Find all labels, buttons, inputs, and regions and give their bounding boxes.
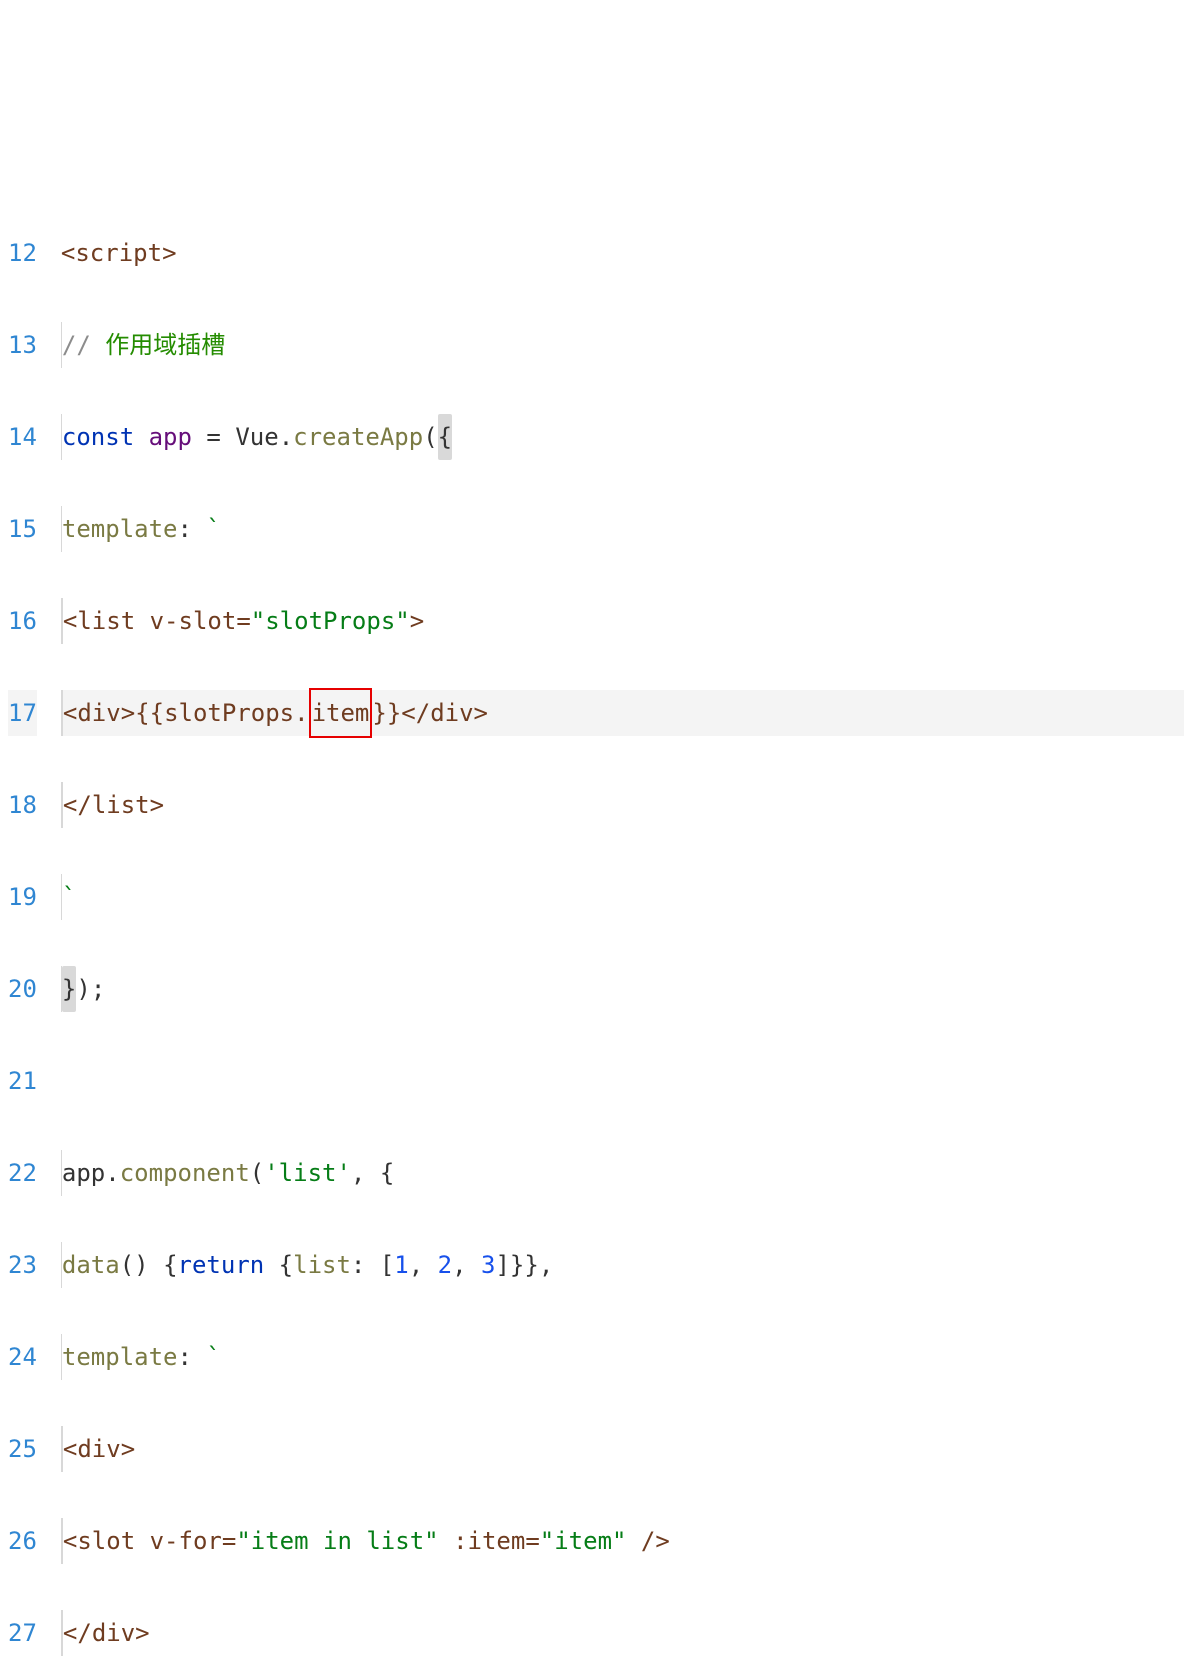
code-line: }); [61, 966, 1184, 1012]
code-line: <list v-slot="slotProps"> [61, 598, 1184, 644]
code-line [61, 1058, 1184, 1104]
var-app: app [149, 414, 192, 460]
tag-slot: slot [77, 1518, 135, 1564]
tag-list: list [77, 598, 135, 644]
comment-text: 作用域插槽 [105, 322, 225, 368]
code-editor[interactable]: 12 13 14 15 16 17 18 19 20 21 22 23 24 2… [0, 184, 1184, 1660]
code-line-active: <div>{{slotProps.item}}</div> [61, 690, 1184, 736]
code-line: </list> [61, 782, 1184, 828]
tag-close: > [162, 230, 176, 276]
tag-open: < [61, 230, 75, 276]
highlighted-text-item: item [309, 688, 373, 738]
code-line: <script> [61, 230, 1184, 276]
prop-list: list [293, 1242, 351, 1288]
line-number: 27 [8, 1610, 37, 1656]
line-number: 17 [8, 690, 37, 736]
code-line: <div> [61, 1426, 1184, 1472]
brace-open: { [438, 414, 452, 460]
line-number: 16 [8, 598, 37, 644]
attr-vfor: v-for [150, 1518, 222, 1564]
line-number-gutter: 12 13 14 15 16 17 18 19 20 21 22 23 24 2… [0, 184, 61, 1660]
line-number: 14 [8, 414, 37, 460]
line-number: 25 [8, 1426, 37, 1472]
line-number: 13 [8, 322, 37, 368]
keyword-return: return [178, 1242, 265, 1288]
attr-item: :item [453, 1518, 525, 1564]
line-number: 22 [8, 1150, 37, 1196]
keyword-const: const [62, 414, 134, 460]
comment: // [62, 322, 105, 368]
ident-vue: Vue [235, 414, 278, 460]
code-line: data() {return {list: [1, 2, 3]}}, [61, 1242, 1184, 1288]
brace-close: } [62, 966, 76, 1012]
code-line: // 作用域插槽 [61, 322, 1184, 368]
line-number: 20 [8, 966, 37, 1012]
line-number: 21 [8, 1058, 37, 1104]
fn-createapp: createApp [293, 414, 423, 460]
code-line: template: ` [61, 1334, 1184, 1380]
code-line: app.component('list', { [61, 1150, 1184, 1196]
code-line: ` [61, 874, 1184, 920]
prop-template: template [62, 1334, 178, 1380]
attr-vslot: v-slot [150, 598, 237, 644]
prop-template: template [62, 506, 178, 552]
code-line: const app = Vue.createApp({ [61, 414, 1184, 460]
line-number: 19 [8, 874, 37, 920]
line-number: 15 [8, 506, 37, 552]
line-number: 23 [8, 1242, 37, 1288]
tag-div: div [77, 1426, 120, 1472]
fn-component: component [120, 1150, 250, 1196]
ident-slotprops: slotProps [164, 690, 294, 736]
tag-div: div [77, 690, 120, 736]
code-line: </div> [61, 1610, 1184, 1656]
line-number: 24 [8, 1334, 37, 1380]
code-area[interactable]: <script> // 作用域插槽 const app = Vue.create… [61, 184, 1184, 1660]
line-number: 12 [8, 230, 37, 276]
ident-app: app [62, 1150, 105, 1196]
tag-list-close: list [92, 782, 150, 828]
line-number: 18 [8, 782, 37, 828]
tag-name: script [75, 230, 162, 276]
line-number: 26 [8, 1518, 37, 1564]
fn-data: data [62, 1242, 120, 1288]
code-line: template: ` [61, 506, 1184, 552]
code-line: <slot v-for="item in list" :item="item" … [61, 1518, 1184, 1564]
tag-div-close: div [92, 1610, 135, 1656]
